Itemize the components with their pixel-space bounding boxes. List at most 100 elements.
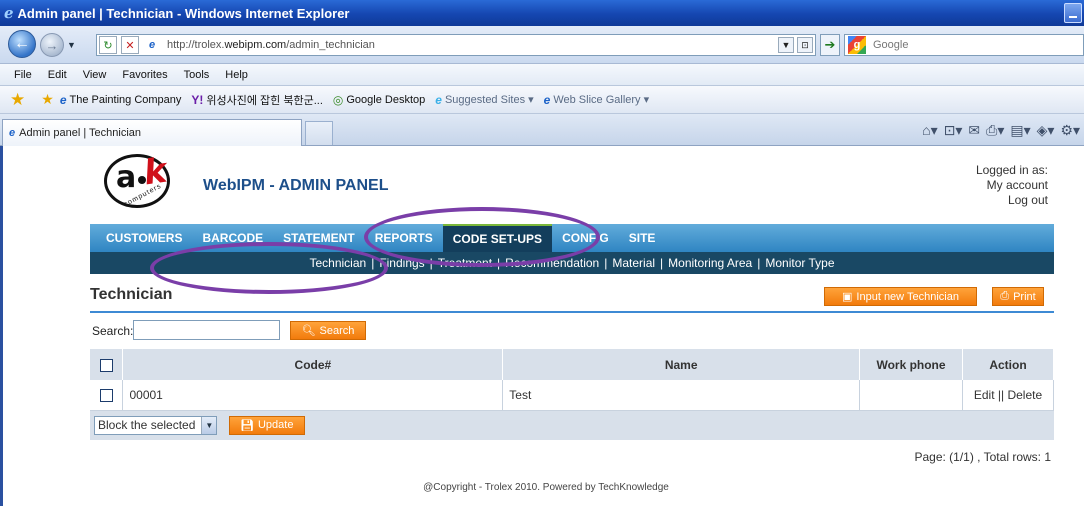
tools-gear-icon[interactable]: ⚙▾ [1060,122,1080,139]
address-bar: ← → ▼ ↻ ✕ e http://trolex.webipm.com/adm… [0,26,1084,64]
favorite-web-slice-gallery[interactable]: e Web Slice Gallery ▾ [544,93,649,107]
window-titlebar: ℯ Admin panel | Technician - Windows Int… [0,0,1084,26]
page-icon: e [148,39,156,51]
minimize-button[interactable] [1064,3,1082,23]
row-work-phone [859,380,963,411]
ie-page-icon: e [9,127,16,139]
logo-letter-a: a [116,160,137,195]
site-title: WebIPM - ADMIN PANEL [203,177,389,194]
tab-admin-technician[interactable]: e Admin panel | Technician [2,119,302,146]
search-input[interactable] [133,320,280,340]
row-select-cell [90,380,124,411]
compat-refresh-icon[interactable]: ↻ [99,36,117,54]
yahoo-icon: Y! [191,92,204,107]
table-row: 00001 Test Edit || Delete [90,380,1054,411]
subnav-monitor-type[interactable]: Monitor Type [763,256,836,270]
bulk-actions: Block the selected ▼ 💾︎ Update [90,410,1054,440]
page-footer: @Copyright - Trolex 2010. Powered by Tec… [423,482,669,493]
col-header-code[interactable]: Code# [122,349,504,380]
ie-logo-icon: ℯ [4,5,14,22]
rss-icon[interactable]: ⊡ [797,37,813,53]
google-desktop-icon: ◎ [332,92,344,107]
magnifier-icon: 🔍︎ [301,325,316,337]
row-actions: Edit || Delete [962,380,1054,411]
logout-link[interactable]: Log out [976,193,1048,208]
page-menu-icon[interactable]: ▤▾ [1010,122,1030,139]
login-status: Logged in as: [975,163,1048,177]
chevron-down-icon[interactable]: ▼ [201,416,217,434]
print-icon[interactable]: ⎙▾ [986,122,1004,139]
url-text[interactable]: http://trolex.webipm.com/admin_technicia… [167,39,375,51]
url-field[interactable]: ↻ ✕ e http://trolex.webipm.com/admin_tec… [96,34,816,56]
subnav-separator: | [660,256,664,270]
menu-help[interactable]: Help [225,69,248,81]
new-tab-button[interactable] [305,121,333,145]
my-account-link[interactable]: My account [976,178,1048,193]
row-checkbox[interactable] [99,388,113,402]
search-label: Search: [92,324,134,338]
menu-view[interactable]: View [83,69,107,81]
table-header-row: Code# Name Work phone Action [90,349,1054,380]
browser-search-field[interactable]: g Google [844,34,1084,56]
printer-icon: ⎙ [1000,290,1010,302]
col-header-work-phone[interactable]: Work phone [859,349,963,380]
favorite-suggested-sites[interactable]: e Suggested Sites ▾ [435,93,533,107]
stop-icon[interactable]: ✕ [121,36,139,54]
command-bar: ⌂▾ ⊡▾ ✉ ⎙▾ ▤▾ ◈▾ ⚙▾ [922,122,1080,139]
home-icon[interactable]: ⌂▾ [922,122,937,139]
google-icon: g [848,36,866,54]
subnav-separator: | [604,256,608,270]
table-footer-row: Block the selected ▼ 💾︎ Update [90,410,1054,440]
ie-page-icon: e [59,92,67,107]
url-dropdown-icon[interactable]: ▼ [778,37,794,53]
col-header-action: Action [962,349,1054,380]
pagination-info: Page: (1/1) , Total rows: 1 [914,450,1051,464]
annotation-ellipse-technician-findings [150,242,388,294]
tab-bar: e Admin panel | Technician ⌂▾ ⊡▾ ✉ ⎙▾ ▤▾… [0,114,1084,146]
title-divider [90,311,1054,313]
row-edit-link[interactable]: Edit [974,388,995,402]
row-action-separator: || [997,387,1005,402]
page-title: Technician [90,286,173,303]
back-button[interactable]: ← [8,30,36,58]
select-all-cell [90,349,124,380]
add-favorite-icon[interactable]: ★ [41,91,54,108]
annotation-ellipse-code-setups [364,207,600,267]
save-disk-icon: 💾︎ [240,419,254,432]
search-button[interactable]: 🔍︎ Search [290,321,366,340]
menu-edit[interactable]: Edit [48,69,67,81]
favorite-google-desktop[interactable]: ◎ Google Desktop [333,93,425,107]
nav-customers[interactable]: CUSTOMERS [96,224,192,252]
print-button[interactable]: ⎙ Print [992,287,1044,306]
browser-search-placeholder: Google [873,39,909,51]
menu-bar: File Edit View Favorites Tools Help [0,64,1084,86]
site-logo[interactable]: a k computers [100,151,192,210]
ie-icon: e [435,92,442,107]
favorites-star-icon[interactable]: ★ [10,90,25,110]
favorite-news-link[interactable]: Y! 위성사진에 잡힌 북한군... [191,92,322,108]
add-document-icon: ▣ [842,291,853,303]
safety-icon[interactable]: ◈▾ [1037,122,1055,139]
menu-tools[interactable]: Tools [184,69,210,81]
login-panel: Logged in as: My account Log out [976,163,1048,208]
menu-file[interactable]: File [14,69,32,81]
history-dropdown-icon[interactable]: ▼ [67,40,76,50]
go-button[interactable]: ➔ [820,34,840,56]
subnav-material[interactable]: Material [610,256,657,270]
ie-page-icon: e [543,92,551,107]
feeds-icon[interactable]: ⊡▾ [944,122,963,139]
select-all-checkbox[interactable] [99,358,113,372]
forward-button[interactable]: → [40,33,64,57]
menu-favorites[interactable]: Favorites [122,69,167,81]
row-delete-link[interactable]: Delete [1007,388,1042,402]
technician-table: Code# Name Work phone Action 00001 Test … [90,349,1054,440]
row-name: Test [502,380,861,411]
input-new-technician-button[interactable]: ▣ Input new Technician [824,287,977,306]
favorite-painting-company[interactable]: e The Painting Company [60,93,182,107]
subnav-monitoring-area[interactable]: Monitoring Area [666,256,754,270]
bulk-action-select[interactable]: Block the selected ▼ [94,415,218,435]
update-button[interactable]: 💾︎ Update [228,415,305,435]
nav-site[interactable]: SITE [619,224,666,252]
mail-icon[interactable]: ✉ [968,122,980,139]
col-header-name[interactable]: Name [502,349,861,380]
